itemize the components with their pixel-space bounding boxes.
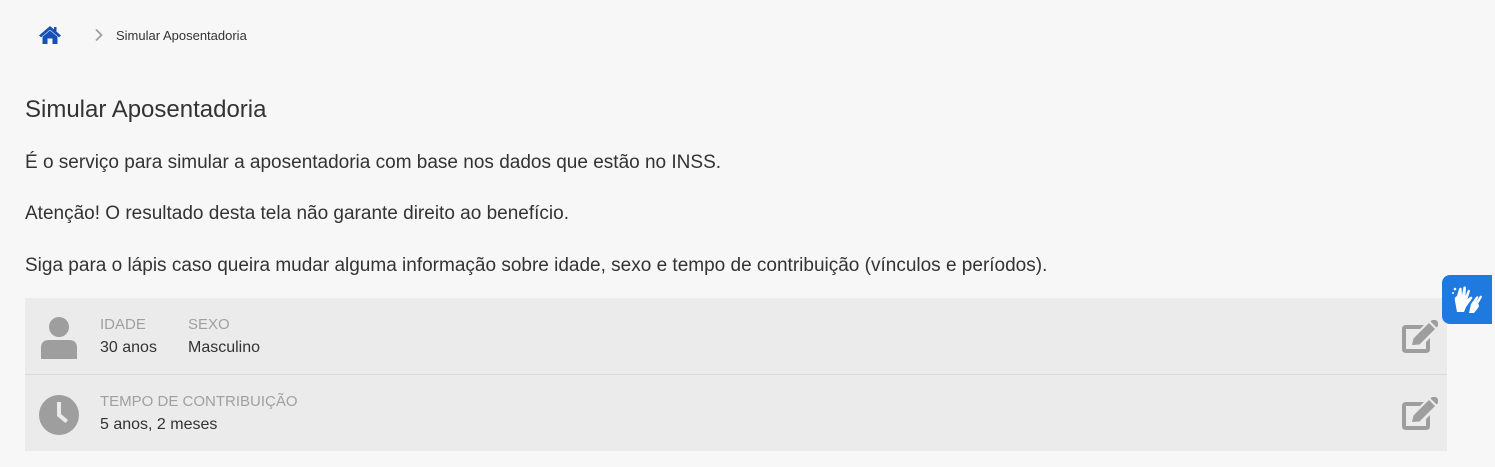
service-description: É o serviço para simular a aposentadoria… [25,152,722,173]
age-value: 30 anos [100,339,157,356]
sex-label: SEXO [188,316,230,333]
home-icon[interactable] [38,25,62,45]
chevron-right-icon [95,28,103,42]
edit-instructions: Siga para o lápis caso queira mudar algu… [25,255,1048,276]
breadcrumb-current: Simular Aposentadoria [116,27,247,43]
contribution-time-card: TEMPO DE CONTRIBUIÇÃO 5 anos, 2 meses [25,375,1447,451]
contribution-label: TEMPO DE CONTRIBUIÇÃO [100,393,298,410]
clock-icon [39,394,79,436]
breadcrumb: Simular Aposentadoria [38,23,247,47]
age-field: IDADE 30 anos [100,316,157,357]
accessibility-widget-button[interactable] [1442,275,1492,324]
personal-info-card: IDADE 30 anos SEXO Masculino [25,298,1447,374]
sign-language-hands-icon [1452,285,1482,313]
age-label: IDADE [100,316,146,333]
sex-value: Masculino [188,339,261,356]
contribution-value: 5 anos, 2 meses [100,416,218,433]
user-icon [39,317,79,359]
sex-field: SEXO Masculino [188,316,260,357]
edit-icon[interactable] [1400,320,1438,354]
page-title: Simular Aposentadoria [25,96,267,123]
warning-text: Atenção! O resultado desta tela não gara… [25,203,569,224]
edit-icon[interactable] [1400,397,1438,431]
contribution-field: TEMPO DE CONTRIBUIÇÃO 5 anos, 2 meses [100,393,298,434]
